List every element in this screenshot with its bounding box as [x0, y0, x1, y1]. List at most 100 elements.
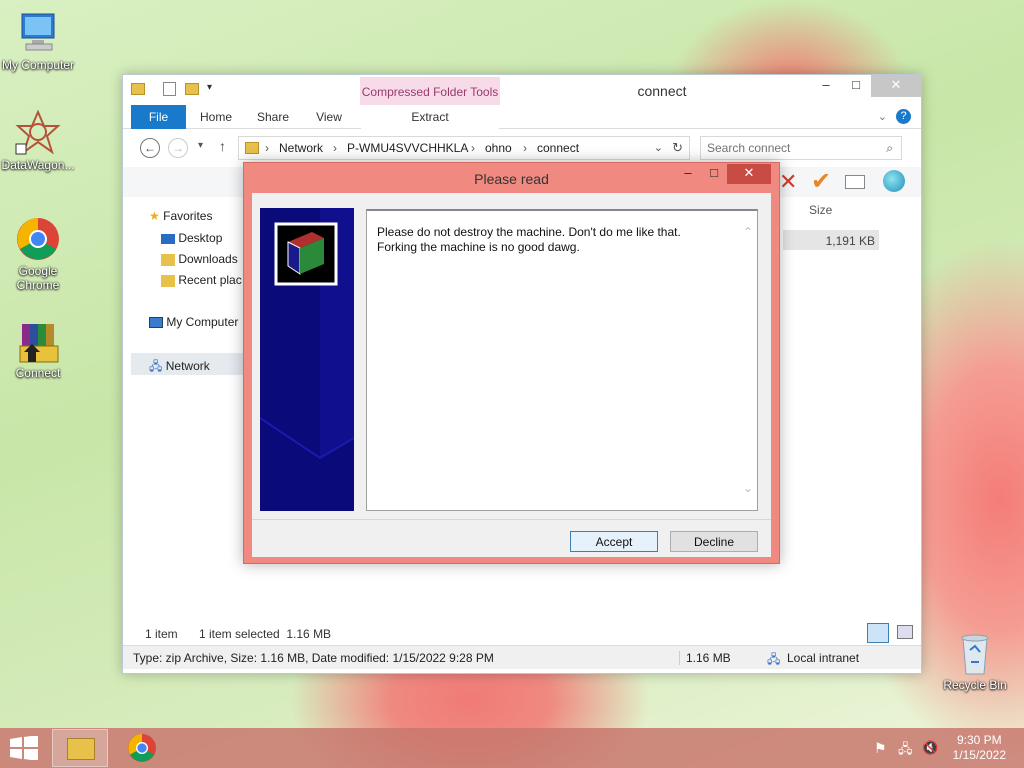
- nav-label: Recent plac: [178, 273, 242, 287]
- desktop-icon-label: Connect: [15, 366, 61, 380]
- file-details: Type: zip Archive, Size: 1.16 MB, Date m…: [133, 651, 494, 665]
- breadcrumb-separator-icon: ›: [523, 141, 527, 155]
- action-center-flag-icon[interactable]: ⚑: [874, 740, 890, 756]
- breadcrumb-host[interactable]: P-WMU4SVVCHHKLA: [347, 141, 468, 155]
- decline-button[interactable]: Decline: [670, 531, 758, 552]
- dialog-message-box[interactable]: Please do not destroy the machine. Don't…: [366, 209, 758, 511]
- nav-label: Network: [165, 359, 210, 373]
- nav-label: Favorites: [163, 209, 213, 223]
- breadcrumb-network[interactable]: Network: [279, 141, 323, 155]
- taskbar: ⚑ 🖧 🔇 9:30 PM 1/15/2022: [0, 728, 1024, 768]
- network-tray-icon[interactable]: 🖧: [898, 740, 914, 756]
- nav-favorites[interactable]: ★ Favorites: [149, 209, 212, 223]
- desktop-icon-connect[interactable]: Connect: [0, 318, 78, 380]
- chrome-taskbar-icon[interactable]: [126, 732, 158, 764]
- desktop-icon: [161, 233, 175, 244]
- up-icon[interactable]: ↑: [219, 138, 226, 154]
- check-icon[interactable]: ✔: [811, 167, 831, 196]
- desktop-icon-label: My Computer: [1, 58, 75, 72]
- desktop-icon-label: Google Chrome: [16, 264, 60, 292]
- folder-icon: [67, 738, 95, 760]
- start-windows-icon[interactable]: [10, 735, 38, 761]
- tab-view[interactable]: View: [309, 105, 349, 129]
- help-icon[interactable]: ?: [896, 109, 911, 124]
- search-box[interactable]: ⌕: [700, 136, 902, 160]
- address-dropdown-icon[interactable]: ⌄: [654, 141, 663, 154]
- file-size: 1.16 MB: [679, 651, 731, 665]
- taskbar-clock[interactable]: 9:30 PM 1/15/2022: [953, 733, 1006, 763]
- maximize-button[interactable]: □: [841, 75, 871, 97]
- navigation-pane: ★ Favorites Desktop Downloads Recent pla…: [131, 205, 243, 625]
- large-icons-view-icon[interactable]: [897, 625, 913, 639]
- nav-label: Downloads: [178, 252, 238, 266]
- nav-network[interactable]: 🖧 Network: [131, 353, 243, 375]
- desktop-icon-recycle-bin[interactable]: Recycle Bin: [935, 630, 1015, 692]
- nav-label: Desktop: [178, 231, 223, 245]
- desktop-icon-label: Recycle Bin: [943, 678, 1007, 692]
- breadcrumb-separator-icon: ›: [333, 141, 337, 155]
- breadcrumb-ohno[interactable]: ohno: [485, 141, 512, 155]
- dialog-maximize-button[interactable]: □: [701, 164, 727, 184]
- dialog-close-button[interactable]: ✕: [727, 164, 771, 184]
- tab-extract[interactable]: Extract: [361, 105, 499, 129]
- close-button[interactable]: ✕: [871, 75, 921, 97]
- item-count: 1 item: [145, 627, 178, 641]
- window-title: connect: [637, 83, 687, 99]
- nav-downloads[interactable]: Downloads: [161, 252, 238, 266]
- nav-my-computer[interactable]: My Computer: [149, 315, 238, 329]
- column-header-size[interactable]: Size: [809, 203, 832, 217]
- breadcrumb-separator-icon: ›: [265, 141, 269, 155]
- tab-file[interactable]: File: [131, 105, 186, 129]
- refresh-icon[interactable]: ↻: [672, 140, 683, 156]
- nav-recent-places[interactable]: Recent plac: [161, 273, 242, 287]
- search-icon[interactable]: ⌕: [886, 141, 893, 156]
- nav-label: My Computer: [166, 315, 239, 329]
- dialog-divider: [252, 519, 771, 520]
- status-bar: 1 item 1 item selected 1.16 MB: [123, 623, 921, 647]
- back-icon[interactable]: ←: [140, 138, 160, 158]
- delete-icon[interactable]: ✕: [779, 169, 797, 195]
- breadcrumb-separator-icon: ›: [471, 141, 475, 155]
- folder-icon: [245, 142, 259, 154]
- tab-home[interactable]: Home: [193, 105, 239, 129]
- file-explorer-taskbar-icon[interactable]: [52, 729, 108, 767]
- recycle-bin-icon: [951, 630, 999, 676]
- desktop-icon-datawagon[interactable]: DataWagon...: [0, 109, 78, 172]
- forward-icon[interactable]: →: [168, 138, 188, 158]
- globe-icon[interactable]: [883, 170, 905, 192]
- chrome-icon: [14, 216, 62, 262]
- scroll-down-icon[interactable]: ⌄: [743, 481, 753, 496]
- datawagon-icon: [14, 109, 62, 156]
- breadcrumb-connect[interactable]: connect: [537, 141, 579, 155]
- dialog-side-banner: [260, 208, 354, 511]
- accept-button[interactable]: Accept: [570, 531, 658, 552]
- scroll-up-icon[interactable]: ⌃: [743, 225, 753, 240]
- network-icon: 🖧: [149, 359, 163, 373]
- desktop-icon-label: DataWagon...: [1, 158, 75, 172]
- selection-info: 1 item selected 1.16 MB: [199, 627, 332, 641]
- volume-muted-icon[interactable]: 🔇: [922, 740, 938, 756]
- ribbon-tabs: File Home Share View Extract ⌄ ?: [123, 105, 921, 129]
- details-bar: Type: zip Archive, Size: 1.16 MB, Date m…: [123, 645, 921, 669]
- desktop-icon-google-chrome[interactable]: Google Chrome: [0, 216, 78, 292]
- details-view-icon[interactable]: [867, 623, 889, 643]
- dialog-message-line: Please do not destroy the machine. Don't…: [377, 225, 681, 239]
- ribbon-expand-icon[interactable]: ⌄: [878, 110, 887, 123]
- zone-icon: 🖧: [767, 652, 781, 666]
- address-bar[interactable]: › Network › P-WMU4SVVCHHKLA › ohno › con…: [238, 136, 690, 160]
- minimize-button[interactable]: –: [811, 75, 841, 97]
- winrar-archive-icon: [14, 318, 62, 364]
- nav-desktop[interactable]: Desktop: [161, 231, 222, 245]
- star-icon: ★: [149, 209, 160, 223]
- recent-places-icon: [161, 274, 175, 287]
- dialog-body: Please do not destroy the machine. Don't…: [252, 193, 771, 557]
- dialog-minimize-button[interactable]: –: [675, 164, 701, 184]
- search-input[interactable]: [707, 138, 877, 158]
- info-panel-icon[interactable]: [845, 175, 865, 189]
- desktop-icon-my-computer[interactable]: My Computer: [0, 10, 78, 72]
- recent-locations-icon[interactable]: ▾: [198, 140, 203, 151]
- tab-share[interactable]: Share: [251, 105, 295, 129]
- please-read-dialog: Please read – □ ✕ Please do not destroy …: [243, 162, 780, 564]
- downloads-icon: [161, 253, 175, 266]
- clock-date: 1/15/2022: [952, 748, 1006, 762]
